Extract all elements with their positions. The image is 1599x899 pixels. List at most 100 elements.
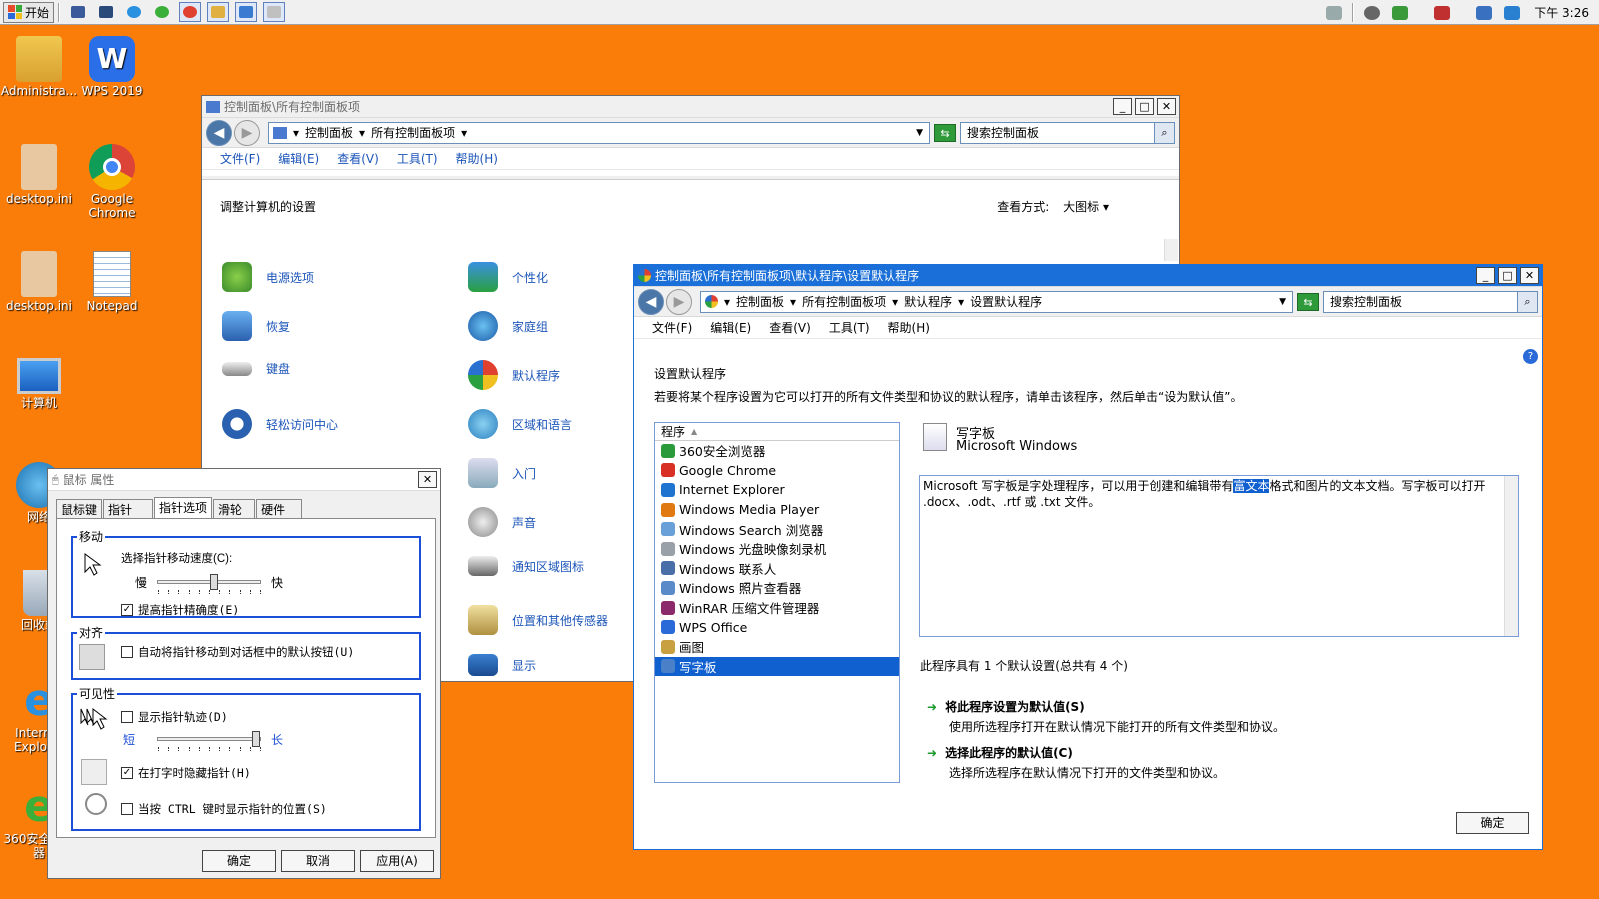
close-button[interactable]: ✕ xyxy=(418,471,437,488)
refresh-button[interactable]: ⇆ xyxy=(1297,292,1319,311)
breadcrumb-item[interactable]: 所有控制面板项 xyxy=(371,124,455,141)
back-button[interactable]: ◀ xyxy=(206,119,232,146)
chevron-right-icon[interactable]: ▾ xyxy=(892,295,898,309)
start-button[interactable]: 开始 xyxy=(3,1,55,23)
description-scrollbar[interactable] xyxy=(1504,476,1518,636)
menu-view[interactable]: 查看(V) xyxy=(337,150,379,167)
menu-file[interactable]: 文件(F) xyxy=(652,319,692,336)
list-item[interactable]: 画图 xyxy=(655,637,899,657)
menu-tools[interactable]: 工具(T) xyxy=(829,319,870,336)
enhance-precision-checkbox[interactable]: ✓ 提高指针精确度(E) xyxy=(121,602,239,618)
cp-item-personalization[interactable]: 个性化 xyxy=(468,262,548,292)
list-item[interactable]: Windows 光盘映像刻录机 xyxy=(655,539,899,559)
tab-pointer-options[interactable]: 指针选项 xyxy=(154,497,213,519)
breadcrumb-item[interactable]: 所有控制面板项 xyxy=(802,293,886,310)
list-item[interactable]: 360安全浏览器 xyxy=(655,441,899,461)
speaker-muted-icon[interactable] xyxy=(1434,5,1451,20)
chevron-right-icon[interactable]: ▾ xyxy=(724,295,730,309)
menu-view[interactable]: 查看(V) xyxy=(769,319,811,336)
close-button[interactable]: ✕ xyxy=(1157,98,1176,115)
pointer-trails-checkbox[interactable]: 显示指针轨迹(D) xyxy=(121,709,228,725)
set-default-action[interactable]: ➜ 将此程序设置为默认值(S) 使用所选程序打开在默认情况下能打开的所有文件类型和… xyxy=(927,698,1285,735)
menu-file[interactable]: 文件(F) xyxy=(220,150,260,167)
chrome-taskbar-icon[interactable] xyxy=(179,2,202,22)
checkbox-box[interactable]: ✓ xyxy=(121,767,133,779)
maximize-button[interactable]: □ xyxy=(1498,267,1517,284)
browser-360-taskbar-icon[interactable] xyxy=(151,2,173,22)
keyboard-icon[interactable] xyxy=(1326,5,1343,20)
ok-button[interactable]: 确定 xyxy=(1456,812,1529,834)
maximize-button[interactable]: □ xyxy=(1135,98,1154,115)
address-dropdown-icon[interactable]: ▼ xyxy=(1279,297,1286,307)
cp-item-ease-of-access[interactable]: 轻松访问中心 xyxy=(222,409,338,439)
chevron-right-icon[interactable]: ▾ xyxy=(293,126,299,140)
slider-thumb[interactable] xyxy=(252,731,260,747)
menu-edit[interactable]: 编辑(E) xyxy=(278,150,319,167)
desktop-icon-wps[interactable]: W WPS 2019 xyxy=(73,36,151,98)
breadcrumb-item[interactable]: 控制面板 xyxy=(736,293,784,310)
pointer-speed-slider[interactable] xyxy=(157,574,261,594)
program-description[interactable]: Microsoft 写字板是字处理程序，可以用于创建和编辑带有富文本格式和图片的… xyxy=(919,475,1519,637)
desktop-icon-administrator[interactable]: Administra... xyxy=(0,36,78,98)
list-item[interactable]: Windows 联系人 xyxy=(655,559,899,579)
security-shield-icon[interactable] xyxy=(1392,5,1409,20)
cp-item-display[interactable]: 显示 xyxy=(468,654,536,676)
server-manager-icon[interactable] xyxy=(95,2,117,22)
list-item[interactable]: Internet Explorer xyxy=(655,480,899,500)
back-button[interactable]: ◀ xyxy=(638,288,664,315)
list-item[interactable]: 写字板 xyxy=(655,656,899,677)
network-tray-icon[interactable] xyxy=(1476,5,1493,20)
apply-button[interactable]: 应用(A) xyxy=(360,850,434,872)
chevron-right-icon[interactable]: ▾ xyxy=(958,295,964,309)
vertical-scrollbar[interactable] xyxy=(1164,239,1178,261)
clock[interactable]: 下午 3:26 xyxy=(1534,4,1589,21)
checkbox-box[interactable] xyxy=(121,711,133,723)
show-location-ctrl-checkbox[interactable]: 当按 CTRL 键时显示指针的位置(S) xyxy=(121,801,327,817)
chevron-right-icon[interactable]: ▾ xyxy=(790,295,796,309)
checkbox-box[interactable] xyxy=(121,803,133,815)
choose-defaults-action[interactable]: ➜ 选择此程序的默认值(C) 选择所选程序在默认情况下打开的文件类型和协议。 xyxy=(927,744,1225,781)
cp-item-default-programs[interactable]: 默认程序 xyxy=(468,360,560,390)
qq-icon[interactable] xyxy=(1364,5,1381,20)
view-by-dropdown[interactable]: 大图标 ▾ xyxy=(1063,200,1109,214)
desktop-icon-notepad[interactable]: Notepad xyxy=(73,251,151,313)
menu-help[interactable]: 帮助(H) xyxy=(888,319,930,336)
cp-item-getting-started[interactable]: 入门 xyxy=(468,458,536,488)
menu-edit[interactable]: 编辑(E) xyxy=(710,319,751,336)
cp-item-homegroup[interactable]: 家庭组 xyxy=(468,311,548,341)
minimize-button[interactable]: _ xyxy=(1113,98,1132,115)
desktop-icon-desktop-ini-1[interactable]: desktop.ini xyxy=(0,144,78,206)
cancel-button[interactable]: 取消 xyxy=(281,850,355,872)
hide-while-typing-checkbox[interactable]: ✓ 在打字时隐藏指针(H) xyxy=(121,765,251,781)
cp-item-sound[interactable]: 声音 xyxy=(468,507,536,537)
show-desktop-icon[interactable] xyxy=(67,2,89,22)
cp-item-keyboard[interactable]: 键盘 xyxy=(222,360,290,377)
default-programs-titlebar[interactable]: 控制面板\所有控制面板项\默认程序\设置默认程序 _ □ ✕ xyxy=(634,265,1542,287)
ok-button[interactable]: 确定 xyxy=(202,850,276,872)
search-icon[interactable]: ⌕ xyxy=(1517,291,1537,312)
forward-button[interactable]: ▶ xyxy=(666,288,692,315)
cp-item-region-language[interactable]: 区域和语言 xyxy=(468,409,572,439)
forward-button[interactable]: ▶ xyxy=(234,119,260,146)
snap-to-checkbox[interactable]: 自动将指针移动到对话框中的默认按钮(U) xyxy=(121,644,354,660)
address-bar[interactable]: ▾ 控制面板 ▾ 所有控制面板项 ▾ ▼ xyxy=(268,121,930,144)
minimize-button[interactable]: _ xyxy=(1476,267,1495,284)
refresh-button[interactable]: ⇆ xyxy=(934,123,956,142)
checkbox-box[interactable]: ✓ xyxy=(121,604,133,616)
list-item[interactable]: Windows Search 浏览器 xyxy=(655,519,899,539)
chevron-right-icon[interactable]: ▾ xyxy=(359,126,365,140)
desktop-icon-chrome[interactable]: Google Chrome xyxy=(73,144,151,220)
menu-tools[interactable]: 工具(T) xyxy=(397,150,438,167)
search-icon[interactable]: ⌕ xyxy=(1154,122,1174,143)
breadcrumb-item[interactable]: 默认程序 xyxy=(904,293,952,310)
slider-thumb[interactable] xyxy=(209,574,218,590)
cp-item-notification-icons[interactable]: 通知区域图标 xyxy=(468,556,584,576)
list-item[interactable]: Windows Media Player xyxy=(655,500,899,520)
cp-item-recovery[interactable]: 恢复 xyxy=(222,311,290,341)
list-item[interactable]: WinRAR 压缩文件管理器 xyxy=(655,598,899,618)
explorer-taskbar-icon[interactable] xyxy=(207,2,230,22)
checkbox-box[interactable] xyxy=(121,646,133,658)
chevron-down-icon[interactable]: ▾ xyxy=(461,126,467,140)
address-bar[interactable]: ▾ 控制面板 ▾ 所有控制面板项 ▾ 默认程序 ▾ 设置默认程序 ▼ xyxy=(700,290,1293,313)
menu-help[interactable]: 帮助(H) xyxy=(456,150,498,167)
